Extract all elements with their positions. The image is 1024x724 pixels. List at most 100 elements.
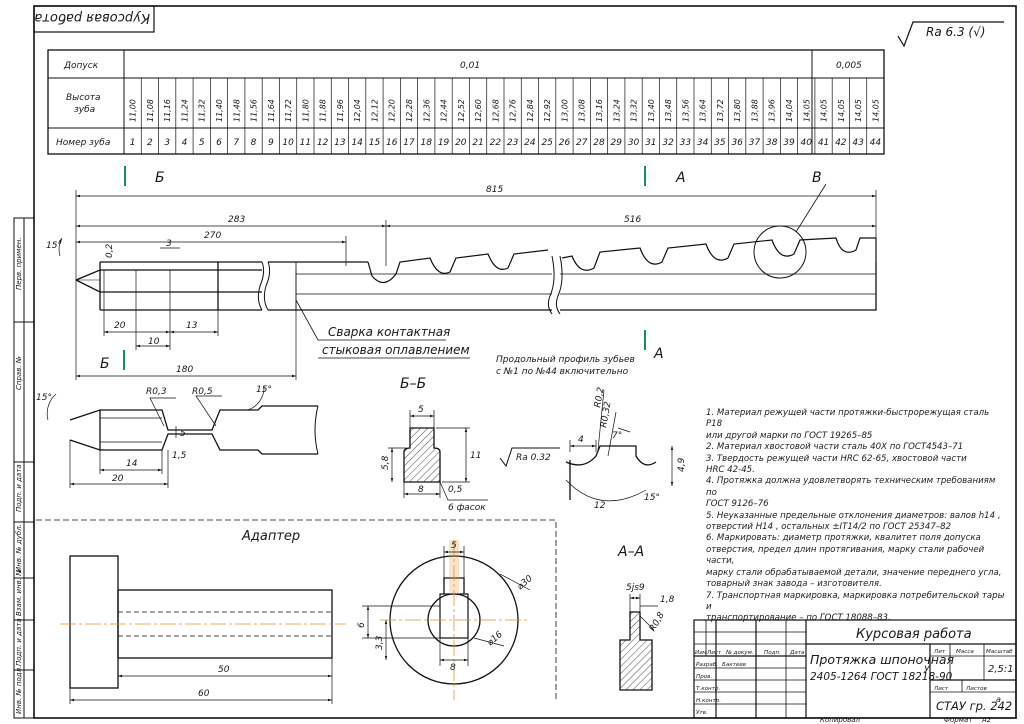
tooth-number-cell: 42 <box>835 138 847 148</box>
tooth-number-cell: 15 <box>369 138 381 148</box>
section-b-top: Б <box>155 170 165 186</box>
tb-lit-val: У <box>924 665 930 675</box>
aa-dim-r08: R0,8 <box>648 610 667 633</box>
tooth-height-cell: 12,68 <box>491 99 500 122</box>
tooth-number-cell: 28 <box>593 138 605 148</box>
tooth-number-cell: 39 <box>783 138 795 148</box>
tooth-height-cell: 11,40 <box>215 99 224 122</box>
note-line: ГОСТ 9126–76 <box>706 499 769 510</box>
bb-chamfer: 6 фасок <box>448 503 486 513</box>
tooth-height-cell: 12,52 <box>457 99 466 122</box>
tooth-height-cell: 12,84 <box>526 99 535 122</box>
roughness-label: Ra 6.3 (√) <box>926 25 985 39</box>
tb-format: Формат <box>944 716 973 724</box>
tooth-number-cell: 35 <box>714 138 726 148</box>
dim-13: 13 <box>186 321 198 331</box>
tooth-number-cell: 38 <box>766 138 778 148</box>
tooth-number-cell: 17 <box>403 138 415 148</box>
tooth-height-cell: 11,80 <box>301 99 310 122</box>
section-aa: А–А <box>617 544 644 560</box>
tooth-height-cell: 14,05 <box>837 99 846 122</box>
profile-label-1: Продольный профиль зубьев <box>496 355 635 365</box>
tooth-height-cell: 13,56 <box>681 99 690 122</box>
table-row-tolerance: Допуск <box>63 61 99 71</box>
tooth-number-cell: 1 <box>130 138 136 148</box>
tb-col-izm: Изм <box>695 650 707 656</box>
tooth-height-cell: 14,05 <box>820 99 829 122</box>
tooth-height-cell: 13,40 <box>647 99 656 122</box>
tooth-number-cell: 10 <box>282 138 294 148</box>
tooth-number-cell: 2 <box>147 138 153 148</box>
dim-815: 815 <box>486 185 503 195</box>
tooth-profile-view <box>499 389 674 502</box>
tooth-number-cell: 18 <box>421 138 433 148</box>
tooth-height-cell: 14,05 <box>871 99 880 122</box>
tooth-height-cell: 13,48 <box>664 99 673 122</box>
tooth-height-cell: 13,32 <box>630 99 639 122</box>
tooth-number-cell: 11 <box>300 138 311 148</box>
tooth-height-cell: 12,76 <box>509 99 518 122</box>
side-stamp-1: Перв. примен. <box>15 237 23 290</box>
tooth-height-cell: 14,05 <box>802 99 811 122</box>
note-line: или другой марки по ГОСТ 19265–85 <box>706 430 873 441</box>
adapter-dim-33: 3,3 <box>375 635 385 650</box>
tb-col-doc: № докум. <box>725 650 754 656</box>
profile-dim-4: 4 <box>578 435 584 445</box>
tooth-number-cell: 13 <box>334 138 346 148</box>
note-line: HRC 42-45. <box>706 465 755 476</box>
tooth-height-cell: 13,96 <box>768 99 777 122</box>
tb-razrab: Разраб. <box>696 662 718 668</box>
profile-dim-12: 12 <box>594 501 606 511</box>
section-b-bottom: Б <box>100 356 110 372</box>
tooth-height-cell: 11,64 <box>267 99 276 122</box>
adapter-dim-60: 60 <box>198 689 210 699</box>
tb-col-sign: Подп. <box>764 650 781 656</box>
tooth-number-cell: 41 <box>818 138 829 148</box>
tooth-height-cell: 12,04 <box>353 99 362 122</box>
note-line: 3. Твердость режущей части HRC 62-65, хв… <box>706 453 967 464</box>
tooth-number-cell: 14 <box>351 138 363 148</box>
tooth-number-cell: 19 <box>438 138 450 148</box>
section-aa-view <box>619 594 658 691</box>
tooth-number-cell: 24 <box>524 138 536 148</box>
table-row-height-2: зуба <box>74 105 95 115</box>
bb-dim-58: 5,8 <box>381 455 391 470</box>
dim-270: 270 <box>204 231 221 241</box>
tooth-height-cell: 11,96 <box>336 99 345 122</box>
note-line: транспортирование – по ГОСТ 18088–83. <box>706 613 891 624</box>
dim-20b: 20 <box>112 474 124 484</box>
tb-nkontr: Н.контр. <box>696 698 721 704</box>
tooth-height-cell: 11,08 <box>146 99 155 122</box>
tooth-number-cell: 30 <box>628 138 640 148</box>
tooth-number-cell: 9 <box>268 138 274 148</box>
tooth-height-cell: 12,12 <box>370 99 379 122</box>
dim-180: 180 <box>176 365 193 375</box>
tooth-number-cell: 27 <box>576 138 588 148</box>
tooth-number-cell: 44 <box>870 138 882 148</box>
note-line: отверстий Н14 , остальных ±IT14/2 по ГОС… <box>706 522 952 533</box>
adapter-title: Адаптер <box>241 529 300 544</box>
tb-col-list: Лист <box>706 650 722 656</box>
top-stamp-text: Курсовая работа <box>34 10 150 25</box>
tooth-number-cell: 21 <box>472 138 483 148</box>
tooth-height-cell: 13,72 <box>716 99 725 122</box>
tooth-height-cell: 11,48 <box>232 99 241 122</box>
table-row-number: Номер зуба <box>56 138 110 148</box>
tooth-height-cell: 12,44 <box>440 99 449 122</box>
dim-02: 0,2 <box>105 243 115 258</box>
tb-lit: Лит <box>933 649 946 655</box>
tooth-number-cell: 34 <box>697 138 709 148</box>
profile-dim-15: 15° <box>644 493 660 503</box>
tooth-number-cell: 20 <box>455 138 467 148</box>
tb-col-date: Дата <box>789 650 805 656</box>
profile-label-2: с №1 по №44 включительно <box>496 367 629 377</box>
tb-listov: Листов <box>965 686 987 692</box>
tb-scale: Масштаб <box>986 649 1013 655</box>
dim-283: 283 <box>228 215 245 225</box>
tooth-height-cell: 11,88 <box>319 99 328 122</box>
tb-name: Протяжка шпоночная <box>810 652 955 667</box>
tooth-height-cell: 12,20 <box>388 99 397 122</box>
section-marks <box>123 166 646 370</box>
tb-prov: Пров. <box>696 674 712 680</box>
note-line: 5. Неуказанные предельные отклонения диа… <box>706 510 1001 521</box>
